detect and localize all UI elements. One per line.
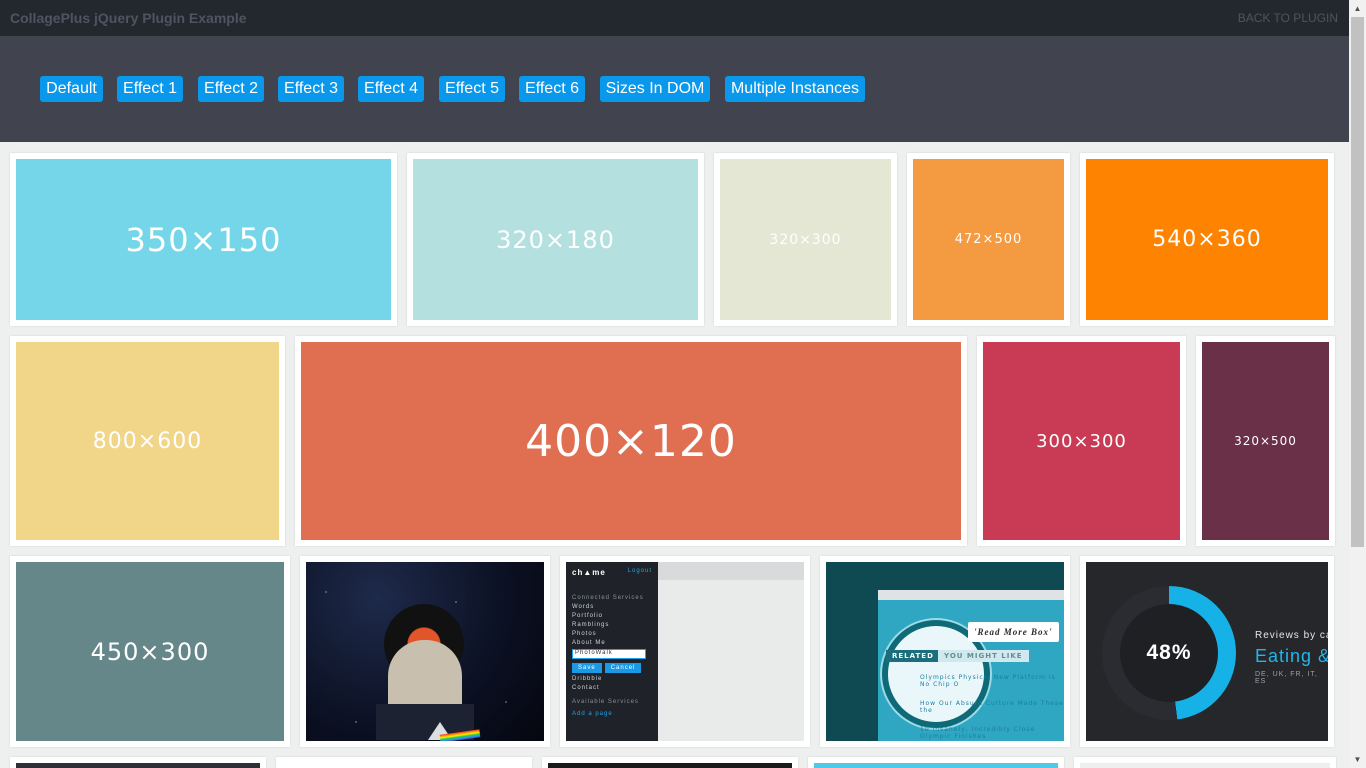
app-screenshot-image: ch▲me Logout Connected Services Words Po…	[566, 562, 804, 741]
effect-6-button[interactable]: Effect 6	[519, 76, 585, 102]
app-sidebar: ch▲me Logout Connected Services Words Po…	[566, 562, 658, 741]
read-more-box: 'Read More Box'	[968, 622, 1059, 642]
placeholder-label: 400×120	[525, 415, 737, 467]
app-cancel: Cancel	[604, 663, 642, 673]
related-tab: RELATED	[886, 650, 940, 662]
placeholder-label: 450×300	[90, 637, 210, 666]
app-item: Words	[572, 604, 595, 610]
stat-headline: Eating &	[1255, 646, 1328, 666]
effect-default-button[interactable]: Default	[40, 76, 103, 102]
placeholder-image: 450×300	[16, 562, 284, 741]
placeholder-image: 320×180	[413, 159, 698, 320]
sizes-in-dom-button[interactable]: Sizes In DOM	[600, 76, 710, 102]
image	[16, 763, 260, 768]
collage-tile[interactable]: 450×300	[10, 556, 290, 747]
collage-tile[interactable]: 320×180	[407, 153, 704, 326]
placeholder-label: 300×300	[1036, 430, 1127, 452]
collage-tile[interactable]: 350×150	[10, 153, 397, 326]
donut-chart: 48%	[1102, 586, 1236, 720]
collage-tile[interactable]: ch▲me Logout Connected Services Words Po…	[560, 556, 810, 747]
image	[548, 763, 792, 768]
collage-tile[interactable]	[300, 556, 550, 747]
app-section-connected: Connected Services	[572, 595, 644, 601]
collage-tile[interactable]	[542, 757, 798, 768]
placeholder-label: 320×300	[769, 231, 842, 248]
placeholder-image: 350×150	[16, 159, 391, 320]
effect-2-button[interactable]: Effect 2	[198, 76, 264, 102]
collage-tile[interactable]: 300×300	[977, 336, 1186, 546]
effect-1-button[interactable]: Effect 1	[117, 76, 183, 102]
app-field: PhotoWalk	[572, 649, 646, 659]
app-item: Dribbble	[572, 676, 603, 682]
back-to-plugin-link[interactable]: BACK TO PLUGIN	[1238, 11, 1338, 25]
stat-caption: Reviews by cate	[1255, 630, 1328, 641]
app-topbar	[658, 562, 804, 580]
top-bar: CollagePlus jQuery Plugin Example BACK T…	[0, 0, 1349, 36]
app-item: Portfolio	[572, 613, 604, 619]
vinyl-record-image	[306, 562, 544, 741]
placeholder-image: 472×500	[913, 159, 1064, 320]
magnifier-image: RELATED YOU MIGHT LIKE 'Read More Box' O…	[826, 562, 1064, 741]
scroll-thumb[interactable]	[1351, 17, 1364, 547]
lens-line: 10 Insanely, Incredibly Close Olympic Fi…	[920, 726, 1036, 740]
image	[282, 763, 526, 768]
placeholder-image: 320×300	[720, 159, 891, 320]
collage-tile[interactable]: 800×600	[10, 336, 285, 546]
placeholder-image: 800×600	[16, 342, 279, 540]
multiple-instances-button[interactable]: Multiple Instances	[725, 76, 865, 102]
donut-percent: 48%	[1120, 604, 1218, 702]
effects-toolbar: Default Effect 1 Effect 2 Effect 3 Effec…	[0, 36, 1349, 142]
scroll-up-arrow-icon[interactable]: ▲	[1349, 0, 1366, 17]
app-item: Ramblings	[572, 622, 610, 628]
app-save: Save	[572, 663, 602, 673]
collage-tile[interactable]	[808, 757, 1064, 768]
effect-5-button[interactable]: Effect 5	[439, 76, 505, 102]
lens-line: How Our Absurd Culture Made These the	[920, 700, 1064, 714]
effect-3-button[interactable]: Effect 3	[278, 76, 344, 102]
app-section-available: Available Services	[572, 699, 639, 705]
placeholder-label: 320×500	[1234, 434, 1297, 448]
app-item: Photos	[572, 631, 597, 637]
collage-tile[interactable]: 48% Reviews by cate Eating & DE, UK, FR,…	[1080, 556, 1334, 747]
app-logout: Logout	[627, 568, 652, 574]
collage-tile[interactable]: RELATED YOU MIGHT LIKE 'Read More Box' O…	[820, 556, 1070, 747]
image	[1080, 763, 1330, 768]
app-item: Contact	[572, 685, 600, 691]
placeholder-image: 540×360	[1086, 159, 1328, 320]
collage-tile[interactable]	[276, 757, 532, 768]
placeholder-label: 540×360	[1152, 227, 1262, 252]
stat-subtext: DE, UK, FR, IT, ES	[1255, 671, 1318, 685]
scroll-down-arrow-icon[interactable]: ▼	[1349, 751, 1366, 768]
placeholder-label: 350×150	[125, 220, 282, 259]
collage-tile[interactable]: 540×360	[1080, 153, 1334, 326]
collage-tile[interactable]: 320×300	[714, 153, 897, 326]
placeholder-label: 800×600	[92, 428, 203, 454]
record-sleeve	[388, 640, 462, 706]
page-scrollbar[interactable]: ▲ ▼	[1349, 0, 1366, 768]
stats-image: 48% Reviews by cate Eating & DE, UK, FR,…	[1086, 562, 1328, 741]
placeholder-label: 320×180	[496, 225, 615, 254]
collage-tile[interactable]: 472×500	[907, 153, 1070, 326]
app-item: About Me	[572, 640, 606, 646]
effect-4-button[interactable]: Effect 4	[358, 76, 424, 102]
placeholder-label: 472×500	[954, 232, 1023, 247]
collage-tile[interactable]	[1074, 757, 1336, 768]
placeholder-image: 400×120	[301, 342, 961, 540]
might-like-tab: YOU MIGHT LIKE	[938, 650, 1029, 662]
site-title: CollagePlus jQuery Plugin Example	[10, 10, 247, 26]
collage-tile[interactable]: 400×120	[295, 336, 967, 546]
lens-line: Olympics Physics: New Platform Is No Chi…	[920, 674, 1056, 688]
collage-tile[interactable]	[10, 757, 266, 768]
collage-tile[interactable]: 320×500	[1196, 336, 1335, 546]
placeholder-image: 320×500	[1202, 342, 1329, 540]
placeholder-image: 300×300	[983, 342, 1180, 540]
image	[814, 763, 1058, 768]
app-add-page: Add a page	[572, 711, 613, 717]
